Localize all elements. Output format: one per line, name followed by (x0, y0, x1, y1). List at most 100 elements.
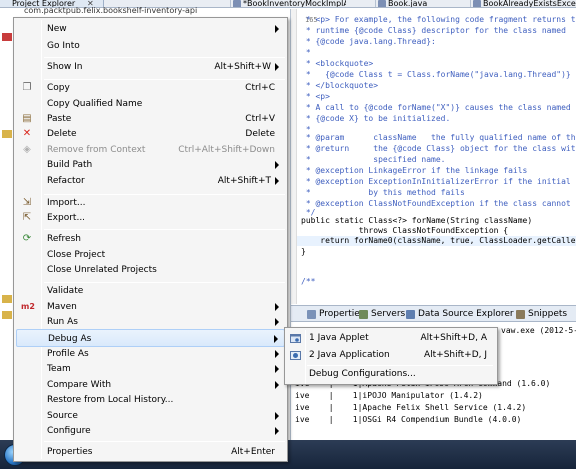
tab-label: Servers (371, 309, 406, 319)
console-line: ive | 1|Apache Felix Shell Service (1.4.… (295, 403, 527, 412)
submenu-item-java-applet[interactable]: 1 Java Applet Alt+Shift+D, A (287, 330, 495, 347)
console-line: ive | 1|iPOJO Manipulator (1.4.2) (295, 391, 483, 400)
submenu-item-label: 2 Java Application (309, 350, 390, 360)
code-line: public static Class<?> forName(String cl… (301, 216, 533, 225)
submenu-item-debug-configurations[interactable]: Debug Configurations... (287, 366, 495, 383)
bottom-panel-tabs: Properties Servers Data Source Explorer … (291, 305, 576, 322)
menu-item-show-in[interactable]: Show In Alt+Shift+W (16, 58, 285, 76)
tab-properties[interactable]: Properties (305, 308, 364, 321)
code-line: * by this method fails (301, 188, 465, 197)
debug-as-submenu: 1 Java Applet Alt+Shift+D, A 2 Java Appl… (284, 327, 498, 385)
code-line: * A call to {@code forName("X")} causes … (301, 103, 571, 112)
code-line: * @exception ClassNotFoundException if t… (301, 199, 571, 208)
menu-item-label: Show In (47, 62, 83, 72)
submenu-arrow-icon (275, 161, 279, 169)
submenu-item-shortcut: Alt+Shift+D, A (420, 333, 487, 343)
console-header: vaw.exe (2012-5-3 (501, 326, 576, 335)
submenu-item-java-application[interactable]: 2 Java Application Alt+Shift+D, J (287, 347, 495, 364)
code-line: * (301, 48, 311, 57)
menu-item-shortcut: Alt+Enter (231, 447, 275, 457)
tree-item-project[interactable]: com.packtpub.felix.bookshelf-inventory-a… (0, 5, 291, 17)
project-icon (2, 33, 12, 41)
submenu-arrow-icon (275, 365, 279, 373)
refresh-icon: ⟳ (22, 233, 32, 244)
code-line: * @param className the fully qualified n… (301, 133, 576, 142)
menu-item-close-unrelated-projects[interactable]: Close Unrelated Projects (16, 261, 285, 279)
code-line: /** (301, 277, 316, 286)
code-line: * </blockquote> (301, 81, 379, 90)
tab-editor-3[interactable]: BookAlreadyExistsExce (470, 0, 576, 8)
code-line: * <p> (301, 92, 330, 101)
code-line: * @exception LinkageError if the linkage… (301, 166, 528, 175)
menu-item-new[interactable]: New (16, 20, 285, 38)
menu-item-configure[interactable]: Configure (16, 422, 285, 440)
tab-editor-2[interactable]: Book.java (375, 0, 455, 8)
export-icon: ⇱ (22, 212, 32, 223)
code-line-current: return forName0(className, true, ClassLo… (297, 236, 576, 246)
copy-icon: ❐ (22, 82, 32, 93)
code-line: * {@code java.lang.Thread}: (301, 37, 436, 46)
submenu-arrow-icon (274, 335, 278, 343)
context-menu: New Go Into Show In Alt+Shift+W ❐ Copy C… (13, 17, 288, 462)
submenu-arrow-icon (275, 427, 279, 435)
java-applet-icon (290, 334, 301, 343)
tab-snippets[interactable]: Snippets (514, 308, 567, 321)
editor-gutter (291, 9, 297, 304)
code-line: * <blockquote> (301, 59, 374, 68)
code-line: * {@code Class t = Class.forName("java.l… (301, 70, 571, 79)
code-line: * {@code X} to be initialized. (301, 114, 451, 123)
data-source-icon (406, 310, 415, 319)
submenu-arrow-icon (275, 25, 279, 33)
remove-context-icon: ◈ (23, 144, 31, 155)
submenu-arrow-icon (275, 381, 279, 389)
menu-item-label: Go Into (47, 41, 80, 51)
menu-item-label: Configure (47, 426, 91, 436)
console-line: ive | 1|OSGi R4 Compendium Bundle (4.0.0… (295, 415, 522, 424)
maven-icon: m2 (21, 302, 35, 311)
folder-icon (2, 311, 12, 319)
submenu-item-label: Debug Configurations... (309, 369, 416, 379)
menu-item-label: Properties (47, 447, 93, 457)
menu-item-refactor[interactable]: Refactor Alt+Shift+T (16, 172, 285, 190)
tab-data-source-explorer[interactable]: Data Source Explorer (404, 308, 514, 321)
tab-label: Data Source Explorer (418, 309, 514, 319)
editor-tab-label: Book.java (388, 0, 428, 8)
code-line: throws ClassNotFoundException { (301, 226, 509, 235)
menu-item-go-into[interactable]: Go Into (16, 37, 285, 55)
delete-icon: ✕ (22, 128, 32, 139)
submenu-item-shortcut: Alt+Shift+D, J (423, 350, 487, 360)
editor-tab-label: BookAlreadyExistsExce (483, 0, 576, 8)
paste-icon: ▤ (22, 113, 32, 124)
tree-item-label: com.packtpub.felix.bookshelf-inventory-a… (24, 6, 198, 15)
code-line: } (301, 247, 306, 256)
submenu-arrow-icon (275, 177, 279, 185)
servers-icon (359, 310, 368, 319)
folder-icon (2, 130, 12, 138)
menu-item-label: Refactor (47, 176, 85, 186)
properties-icon (307, 310, 316, 319)
menu-item-label: New (47, 24, 67, 34)
tab-servers[interactable]: Servers (357, 308, 405, 321)
menu-item-label: Close Unrelated Projects (47, 265, 157, 275)
menu-item-properties[interactable]: Properties Alt+Enter (16, 443, 285, 461)
java-file-icon (378, 0, 386, 7)
code-line: * @return the {@code Class} object for t… (301, 144, 576, 153)
menu-item-shortcut: Alt+Shift+W (214, 62, 271, 72)
tab-label: Snippets (528, 309, 568, 319)
menu-separator (44, 441, 285, 442)
code-line: * runtime {@code Class} descriptor for t… (301, 26, 566, 35)
menu-item-shortcut: Alt+Shift+T (217, 176, 271, 186)
import-icon: ⇲ (22, 197, 32, 208)
submenu-item-label: 1 Java Applet (309, 333, 369, 343)
code-editor[interactable]: 165 * <p> For example, the following cod… (291, 9, 576, 304)
submenu-arrow-icon (275, 412, 279, 420)
folder-icon (2, 295, 12, 303)
code-line: * <p> For example, the following code fr… (301, 15, 576, 24)
menu-item-export[interactable]: ⇱ Export... (16, 209, 285, 227)
submenu-arrow-icon (275, 63, 279, 71)
java-file-icon (473, 0, 481, 7)
code-line: * specified name. (301, 155, 446, 164)
submenu-arrow-icon (275, 303, 279, 311)
menu-item-label: Export... (47, 213, 86, 223)
submenu-arrow-icon (275, 350, 279, 358)
